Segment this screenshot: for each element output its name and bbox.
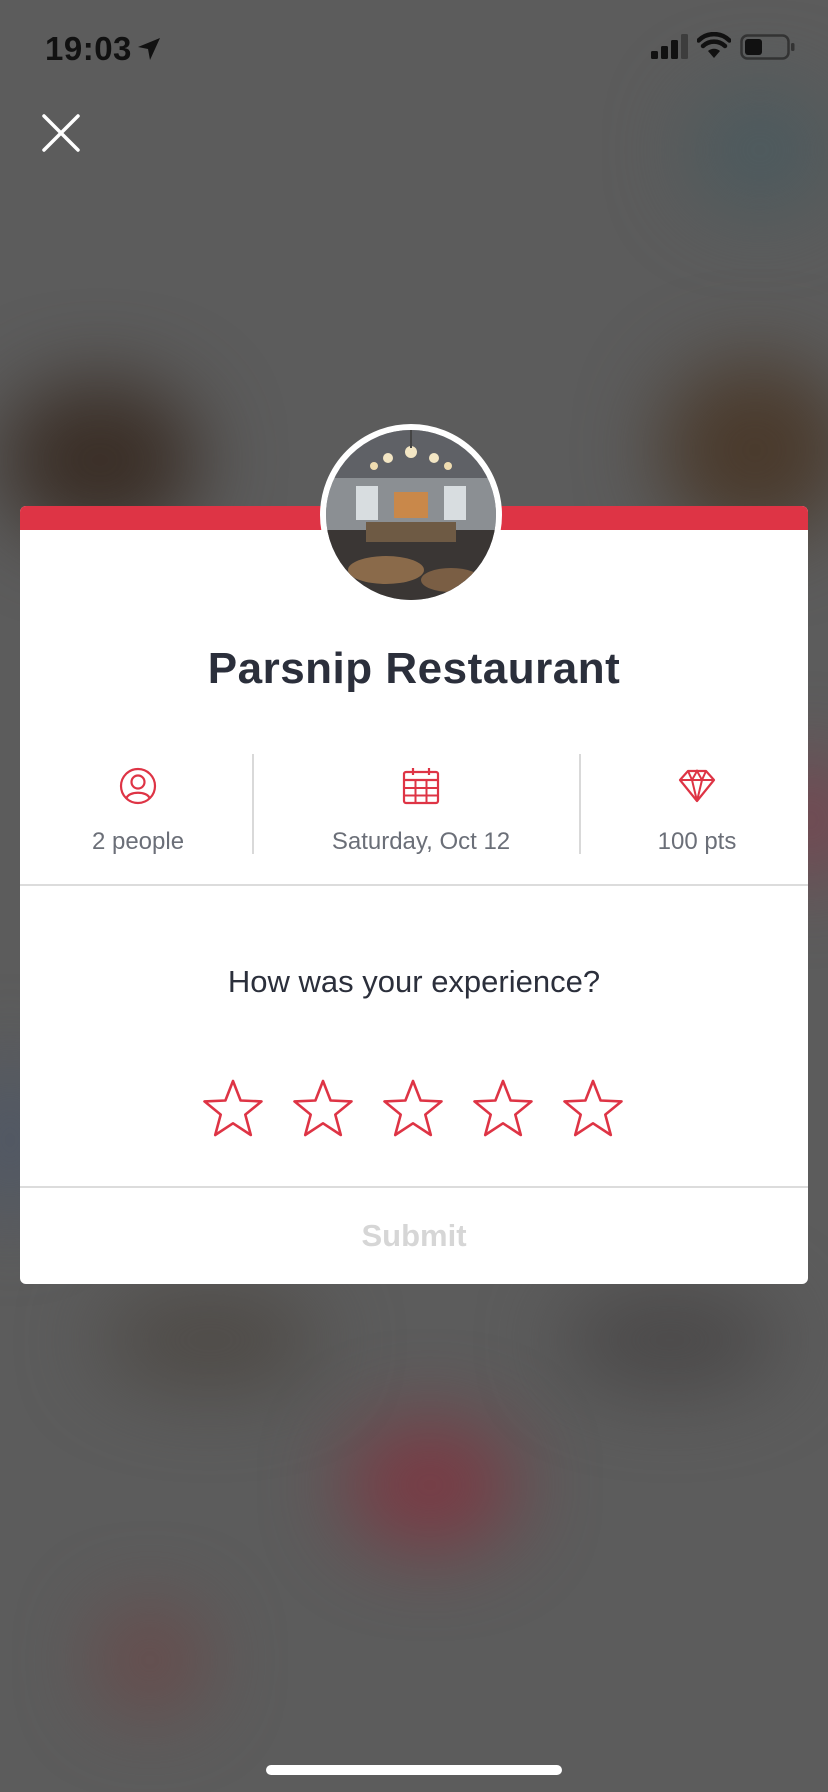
battery-icon bbox=[740, 34, 795, 60]
party-size-item: 2 people bbox=[20, 754, 256, 856]
cellular-signal-icon bbox=[651, 34, 688, 59]
stat-divider bbox=[579, 754, 581, 854]
points-item: 100 pts bbox=[586, 754, 808, 856]
party-size-label: 2 people bbox=[91, 828, 185, 855]
star-3-icon[interactable] bbox=[382, 1078, 444, 1140]
date-label: Saturday, Oct 12 bbox=[331, 828, 511, 855]
bg-blob bbox=[690, 90, 828, 210]
status-time: 19:03 bbox=[45, 30, 132, 67]
restaurant-photo bbox=[320, 424, 502, 606]
calendar-icon bbox=[402, 768, 440, 805]
star-1-icon[interactable] bbox=[202, 1078, 264, 1140]
location-arrow-icon bbox=[138, 38, 160, 60]
date-item: Saturday, Oct 12 bbox=[256, 754, 586, 856]
reservation-details: 2 people Saturday, Oct 12 100 pts bbox=[20, 754, 808, 856]
star-5-icon[interactable] bbox=[562, 1078, 624, 1140]
star-2-icon[interactable] bbox=[292, 1078, 354, 1140]
restaurant-interior-image bbox=[326, 430, 496, 600]
home-indicator[interactable] bbox=[266, 1765, 562, 1775]
star-4-icon[interactable] bbox=[472, 1078, 534, 1140]
status-bar: 19:03 bbox=[0, 0, 828, 100]
bg-blob bbox=[560, 1290, 780, 1390]
review-card: Parsnip Restaurant 2 people Saturday, Oc… bbox=[20, 424, 808, 1284]
bg-blob bbox=[345, 1420, 515, 1550]
close-icon[interactable] bbox=[40, 112, 82, 154]
rating-question: How was your experience? bbox=[227, 964, 601, 999]
points-label: 100 pts bbox=[657, 828, 737, 855]
stat-divider bbox=[252, 754, 254, 854]
bg-blob bbox=[100, 1290, 320, 1390]
section-divider bbox=[20, 884, 808, 886]
bg-blob bbox=[100, 1610, 200, 1710]
submit-button[interactable]: Submit bbox=[20, 1188, 808, 1284]
diamond-icon bbox=[678, 768, 716, 803]
wifi-icon bbox=[697, 32, 731, 58]
restaurant-name: Parsnip Restaurant bbox=[207, 644, 621, 693]
person-circle-icon bbox=[119, 767, 157, 805]
